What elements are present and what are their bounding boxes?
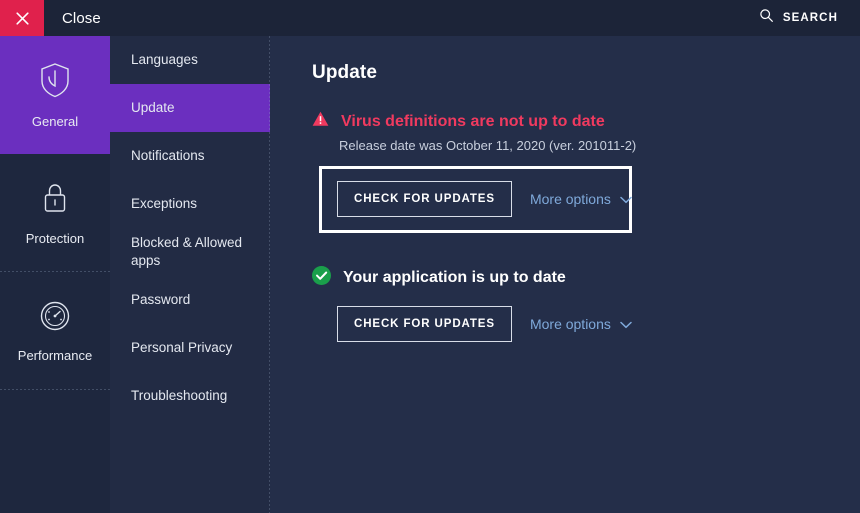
- subnav-item-troubleshooting[interactable]: Troubleshooting: [110, 372, 270, 420]
- subnav-item-password[interactable]: Password: [110, 276, 270, 324]
- virus-definitions-release-info: Release date was October 11, 2020 (ver. …: [339, 138, 860, 153]
- virus-definitions-actions-highlight: CHECK FOR UPDATES More options: [319, 166, 632, 233]
- virus-definitions-status: Virus definitions are not up to date: [312, 111, 860, 132]
- more-options-label: More options: [530, 191, 611, 207]
- application-status: Your application is up to date: [312, 266, 860, 290]
- sidebar-item-performance[interactable]: Performance: [0, 272, 110, 390]
- check-for-updates-button-application[interactable]: CHECK FOR UPDATES: [337, 306, 512, 342]
- virus-definitions-section: Virus definitions are not up to date Rel…: [312, 111, 860, 233]
- subnav-item-blocked-allowed-apps[interactable]: Blocked & Allowed apps: [110, 228, 270, 276]
- subnav-item-exceptions[interactable]: Exceptions: [110, 180, 270, 228]
- sidebar-item-label: General: [32, 114, 78, 129]
- close-label: Close: [62, 10, 101, 27]
- gauge-icon: [39, 300, 71, 337]
- chevron-down-icon: [620, 191, 632, 207]
- subnav-item-personal-privacy[interactable]: Personal Privacy: [110, 324, 270, 372]
- search-label: SEARCH: [783, 12, 838, 24]
- application-section: Your application is up to date CHECK FOR…: [312, 266, 860, 342]
- subnav-item-update[interactable]: Update: [110, 84, 270, 132]
- primary-sidebar: General Protection: [0, 36, 110, 513]
- subnav-item-label: Notifications: [131, 147, 205, 165]
- close-icon: [15, 11, 30, 26]
- sidebar-item-label: Performance: [18, 348, 92, 363]
- search-icon: [759, 8, 774, 28]
- subnav-item-label: Password: [131, 291, 190, 309]
- subnav-item-label: Languages: [131, 51, 198, 69]
- subnav-item-label: Update: [131, 99, 175, 117]
- lock-icon: [40, 181, 70, 220]
- subnav-item-label: Personal Privacy: [131, 339, 232, 357]
- shield-icon: [39, 62, 71, 103]
- check-for-updates-button-definitions[interactable]: CHECK FOR UPDATES: [337, 181, 512, 217]
- more-options-definitions[interactable]: More options: [530, 191, 632, 207]
- subnav-item-label: Troubleshooting: [131, 387, 227, 405]
- chevron-down-icon: [620, 316, 632, 332]
- main-content: Update Virus definitions are not up to d…: [270, 36, 860, 513]
- sidebar-item-general[interactable]: General: [0, 36, 110, 154]
- close-button[interactable]: [0, 0, 44, 36]
- sidebar-item-label: Protection: [26, 231, 85, 246]
- more-options-application[interactable]: More options: [530, 316, 632, 332]
- subnav-item-label: Exceptions: [131, 195, 197, 213]
- application-status-text: Your application is up to date: [343, 269, 566, 287]
- more-options-label: More options: [530, 316, 611, 332]
- subnav-item-languages[interactable]: Languages: [110, 36, 270, 84]
- application-actions: CHECK FOR UPDATES More options: [337, 306, 860, 342]
- sidebar-item-protection[interactable]: Protection: [0, 154, 110, 272]
- page-title: Update: [312, 62, 860, 84]
- check-circle-icon: [312, 266, 331, 290]
- title-bar: Close SEARCH: [0, 0, 860, 36]
- subnav-item-label: Blocked & Allowed apps: [131, 234, 270, 270]
- secondary-nav: Languages Update Notifications Exception…: [110, 36, 270, 513]
- subnav-item-notifications[interactable]: Notifications: [110, 132, 270, 180]
- search-button[interactable]: SEARCH: [759, 8, 838, 28]
- settings-window: Close SEARCH General: [0, 0, 860, 513]
- virus-definitions-status-text: Virus definitions are not up to date: [341, 113, 605, 131]
- warning-triangle-icon: [312, 111, 329, 132]
